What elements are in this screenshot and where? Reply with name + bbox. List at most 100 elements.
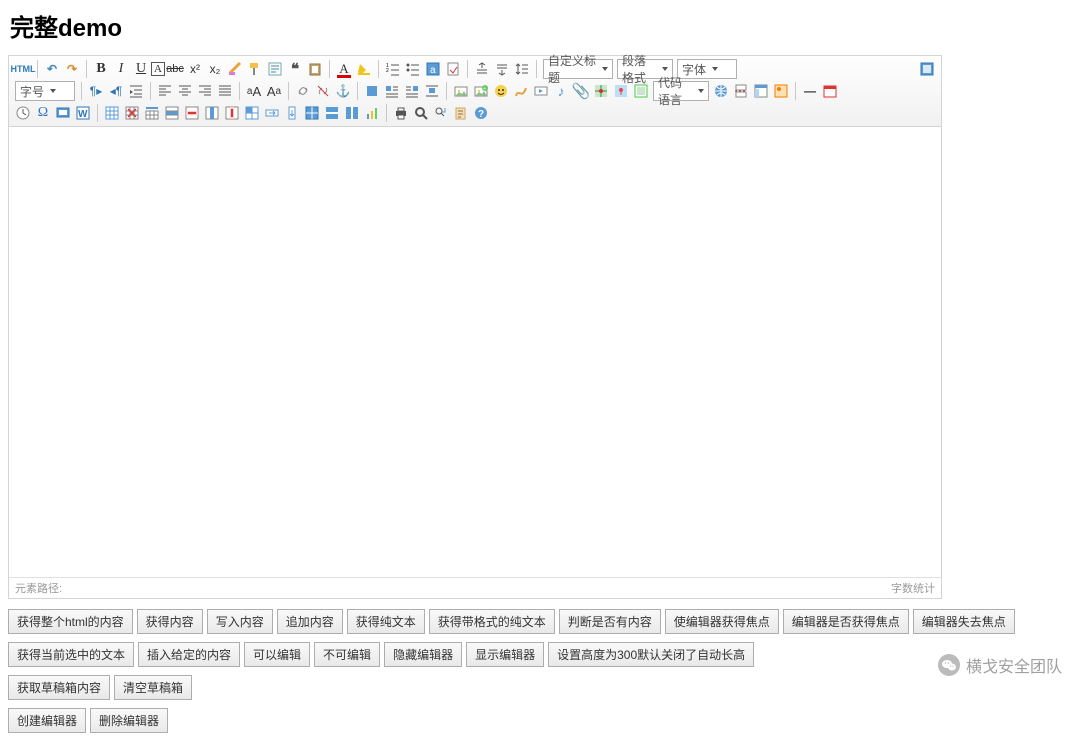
anchor-icon[interactable]: ⚓ bbox=[333, 81, 353, 101]
custom-title-dropdown[interactable]: 自定义标题 bbox=[543, 59, 613, 79]
is-focused-button[interactable]: 编辑器是否获得焦点 bbox=[783, 609, 909, 634]
ltr-icon[interactable]: ¶▸ bbox=[86, 81, 106, 101]
indent-icon[interactable] bbox=[126, 81, 146, 101]
rtl-icon[interactable]: ◂¶ bbox=[106, 81, 126, 101]
focus-editor-button[interactable]: 使编辑器获得焦点 bbox=[665, 609, 779, 634]
mergedown-icon[interactable] bbox=[282, 103, 302, 123]
splitcells-icon[interactable] bbox=[302, 103, 322, 123]
get-draft-button[interactable]: 获取草稿箱内容 bbox=[8, 675, 110, 700]
strikethrough-icon[interactable]: abc bbox=[165, 59, 185, 79]
underline-icon[interactable]: U bbox=[131, 59, 151, 79]
get-formatted-text-button[interactable]: 获得带格式的纯文本 bbox=[429, 609, 555, 634]
bold-icon[interactable]: B bbox=[91, 59, 111, 79]
lineheight-icon[interactable] bbox=[512, 59, 532, 79]
preview-icon[interactable] bbox=[411, 103, 431, 123]
append-content-button[interactable]: 追加内容 bbox=[277, 609, 343, 634]
get-content-button[interactable]: 获得内容 bbox=[137, 609, 203, 634]
help-icon[interactable]: ? bbox=[471, 103, 491, 123]
fontborder-icon[interactable]: A bbox=[151, 62, 165, 76]
inserttable-icon[interactable] bbox=[102, 103, 122, 123]
unlink-icon[interactable] bbox=[313, 81, 333, 101]
imagenone-icon[interactable] bbox=[362, 81, 382, 101]
imageright-icon[interactable] bbox=[402, 81, 422, 101]
set-content-button[interactable]: 写入内容 bbox=[207, 609, 273, 634]
print-icon[interactable] bbox=[391, 103, 411, 123]
time-icon[interactable] bbox=[13, 103, 33, 123]
insertrow-icon[interactable] bbox=[162, 103, 182, 123]
deletecol-icon[interactable] bbox=[222, 103, 242, 123]
mergeright-icon[interactable] bbox=[262, 103, 282, 123]
splitrows-icon[interactable] bbox=[322, 103, 342, 123]
source-icon[interactable]: HTML bbox=[13, 59, 33, 79]
deletetable-icon[interactable] bbox=[122, 103, 142, 123]
webapp-icon[interactable] bbox=[711, 81, 731, 101]
get-selection-button[interactable]: 获得当前选中的文本 bbox=[8, 642, 134, 667]
pagebreak-icon[interactable] bbox=[731, 81, 751, 101]
orderedlist-icon[interactable]: 12 bbox=[383, 59, 403, 79]
wordcount-label[interactable]: 字数统计 bbox=[891, 580, 935, 596]
formatmatch-icon[interactable] bbox=[245, 59, 265, 79]
insertparagraphbefore-icon[interactable] bbox=[142, 103, 162, 123]
touppercase-icon[interactable]: aA bbox=[244, 81, 264, 101]
charts-icon[interactable] bbox=[362, 103, 382, 123]
get-all-html-button[interactable]: 获得整个html的内容 bbox=[8, 609, 133, 634]
justifyright-icon[interactable] bbox=[195, 81, 215, 101]
scrawl-icon[interactable] bbox=[511, 81, 531, 101]
justify-icon[interactable] bbox=[215, 81, 235, 101]
insert-html-button[interactable]: 插入给定的内容 bbox=[138, 642, 240, 667]
fontsize-dropdown[interactable]: 字号 bbox=[15, 81, 75, 101]
editor-content-area[interactable] bbox=[9, 127, 941, 577]
searchreplace-icon[interactable] bbox=[431, 103, 451, 123]
forecolor-icon[interactable]: A bbox=[334, 59, 354, 79]
imagecenter-icon[interactable] bbox=[422, 81, 442, 101]
disable-button[interactable]: 不可编辑 bbox=[314, 642, 380, 667]
imageleft-icon[interactable] bbox=[382, 81, 402, 101]
justifycenter-icon[interactable] bbox=[175, 81, 195, 101]
rowspacingbottom-icon[interactable] bbox=[492, 59, 512, 79]
justifyleft-icon[interactable] bbox=[155, 81, 175, 101]
subscript-icon[interactable]: x₂ bbox=[205, 59, 225, 79]
pasteplain-icon[interactable] bbox=[305, 59, 325, 79]
tolowercase-icon[interactable]: Aa bbox=[264, 81, 284, 101]
element-path-label: 元素路径: bbox=[15, 580, 62, 596]
template-icon[interactable] bbox=[751, 81, 771, 101]
codelang-dropdown[interactable]: 代码语言 bbox=[653, 81, 709, 101]
enable-button[interactable]: 可以编辑 bbox=[244, 642, 310, 667]
splitcols-icon[interactable] bbox=[342, 103, 362, 123]
superscript-icon[interactable]: x² bbox=[185, 59, 205, 79]
rowspacingtop-icon[interactable] bbox=[472, 59, 492, 79]
removeformat-icon[interactable] bbox=[225, 59, 245, 79]
snapscreen-icon[interactable] bbox=[53, 103, 73, 123]
unorderedlist-icon[interactable] bbox=[403, 59, 423, 79]
autotypeset-icon[interactable] bbox=[265, 59, 285, 79]
backcolor-icon[interactable] bbox=[354, 59, 374, 79]
italic-icon[interactable]: I bbox=[111, 59, 131, 79]
background-icon[interactable] bbox=[771, 81, 791, 101]
simpleupload-icon[interactable] bbox=[451, 81, 471, 101]
drafts-icon[interactable] bbox=[451, 103, 471, 123]
horizontal-icon[interactable]: — bbox=[800, 81, 820, 101]
date-icon[interactable] bbox=[820, 81, 840, 101]
undo-icon[interactable]: ↶ bbox=[42, 59, 62, 79]
redo-icon[interactable]: ↷ bbox=[62, 59, 82, 79]
insertcol-icon[interactable] bbox=[202, 103, 222, 123]
separator bbox=[86, 60, 87, 78]
blockquote-icon[interactable]: ❝ bbox=[285, 59, 305, 79]
wordimage-icon[interactable]: W bbox=[73, 103, 93, 123]
has-content-button[interactable]: 判断是否有内容 bbox=[559, 609, 661, 634]
show-editor-button[interactable]: 显示编辑器 bbox=[466, 642, 544, 667]
fullscreen-icon[interactable] bbox=[917, 59, 937, 79]
cleardoc-icon[interactable] bbox=[443, 59, 463, 79]
emotion-icon[interactable] bbox=[491, 81, 511, 101]
mergecells-icon[interactable] bbox=[242, 103, 262, 123]
get-plaintext-button[interactable]: 获得纯文本 bbox=[347, 609, 425, 634]
insertimage-icon[interactable]: + bbox=[471, 81, 491, 101]
deleterow-icon[interactable] bbox=[182, 103, 202, 123]
blur-editor-button[interactable]: 编辑器失去焦点 bbox=[913, 609, 1015, 634]
spechars-icon[interactable]: Ω bbox=[33, 103, 53, 123]
set-height-button[interactable]: 设置高度为300默认关闭了自动长高 bbox=[548, 642, 754, 667]
hide-editor-button[interactable]: 隐藏编辑器 bbox=[384, 642, 462, 667]
link-icon[interactable] bbox=[293, 81, 313, 101]
selectall-icon[interactable]: a bbox=[423, 59, 443, 79]
clear-draft-button[interactable]: 清空草稿箱 bbox=[114, 675, 192, 700]
